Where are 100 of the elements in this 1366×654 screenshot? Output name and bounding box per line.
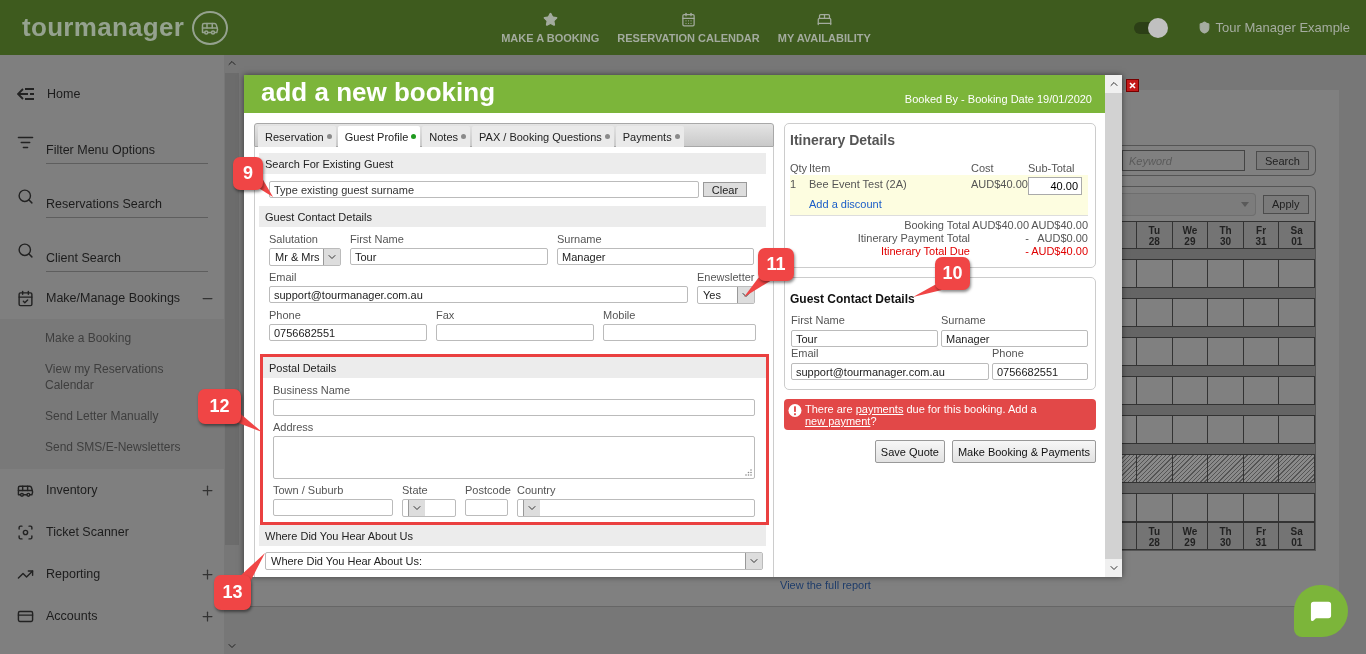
text-field[interactable]: support@tourmanager.com.au	[269, 286, 688, 303]
calendar-cell[interactable]	[1208, 338, 1244, 366]
text-field[interactable]: Manager	[557, 248, 754, 265]
alert-link[interactable]: payments	[855, 403, 904, 415]
calendar-cell[interactable]	[1122, 338, 1137, 366]
guest-search-field[interactable]: Type existing guest surname	[269, 181, 699, 198]
calendar-cell[interactable]	[1208, 260, 1244, 288]
apply-button[interactable]: Apply	[1263, 194, 1309, 214]
select-field[interactable]	[517, 499, 755, 517]
text-field[interactable]: Tour	[350, 248, 548, 265]
clear-button[interactable]: Clear	[703, 182, 747, 197]
nav-link[interactable]: RESERVATION CALENDAR	[617, 11, 760, 44]
sidebar-item[interactable]: Reporting	[46, 567, 188, 581]
calendar-cell[interactable]	[1208, 299, 1244, 327]
calendar-cell[interactable]	[1243, 377, 1280, 405]
text-field[interactable]	[273, 399, 755, 416]
field-label: Business Name	[273, 384, 352, 397]
calendar-cell[interactable]	[1279, 299, 1315, 327]
text-field[interactable]: Manager	[941, 330, 1088, 347]
calendar-cell[interactable]	[1137, 338, 1173, 366]
discount-link[interactable]: Add a discount	[809, 197, 1028, 211]
calendar-cell[interactable]	[1243, 416, 1280, 444]
calendar-cell[interactable]	[1137, 260, 1173, 288]
calendar-cell[interactable]	[1279, 338, 1315, 366]
action-button[interactable]: Save Quote	[874, 440, 945, 463]
nav-link[interactable]: MY AVAILABILITY	[777, 11, 871, 44]
close-button[interactable]	[1126, 79, 1139, 92]
subtotal-field[interactable]: 40.00	[1028, 177, 1082, 195]
text-field[interactable]	[603, 324, 756, 341]
submenu-item[interactable]: View my Reservations Calendar	[45, 361, 195, 393]
tab[interactable]: Reservation	[258, 126, 336, 147]
calendar-cell[interactable]	[1279, 377, 1315, 405]
sidebar-search-field[interactable]: Reservations Search	[46, 186, 208, 218]
search-button[interactable]: Search	[1256, 151, 1309, 170]
tab[interactable]: Guest Profile	[337, 126, 421, 147]
report-link[interactable]: View the full report	[780, 579, 871, 591]
bus-logo-icon	[192, 10, 229, 45]
calendar-cell[interactable]	[1279, 455, 1315, 483]
calendar-cell[interactable]	[1122, 416, 1137, 444]
expand-icon[interactable]	[200, 482, 215, 498]
text-field[interactable]: Tour	[791, 330, 938, 347]
calendar-cell[interactable]	[1172, 494, 1209, 522]
sidebar-item[interactable]: Accounts	[46, 609, 188, 623]
text-field[interactable]: 0756682551	[269, 324, 427, 341]
text-area[interactable]	[273, 436, 755, 479]
calendar-cell[interactable]	[1137, 299, 1173, 327]
alert-link[interactable]: new payment	[804, 415, 871, 427]
account-name[interactable]: Tour Manager Example	[1215, 20, 1350, 35]
sidebar-item[interactable]: Home	[47, 87, 215, 101]
expand-icon[interactable]	[200, 608, 215, 624]
calendar-cell[interactable]	[1208, 455, 1244, 483]
calendar-cell[interactable]	[1279, 260, 1315, 288]
calendar-cell[interactable]	[1243, 260, 1280, 288]
calendar-cell[interactable]	[1279, 494, 1315, 522]
calendar-cell[interactable]	[1137, 416, 1173, 444]
calendar-cell[interactable]	[1208, 377, 1244, 405]
scrollbar[interactable]	[1105, 75, 1122, 577]
tab[interactable]: Payments	[615, 126, 684, 147]
calendar-cell[interactable]	[1122, 299, 1137, 327]
tab[interactable]: PAX / Booking Questions	[472, 126, 614, 147]
calendar-cell[interactable]	[1122, 455, 1137, 483]
calendar-cell[interactable]	[1172, 299, 1209, 327]
text-field[interactable]: support@tourmanager.com.au	[791, 363, 989, 380]
calendar-cell[interactable]	[1243, 338, 1280, 366]
text-field[interactable]: 0756682551	[992, 363, 1088, 380]
sidebar-item[interactable]: Inventory	[46, 483, 188, 497]
calendar-cell[interactable]	[1137, 494, 1173, 522]
calendar-cell[interactable]	[1208, 416, 1244, 444]
select-field[interactable]: Where Did You Hear About Us:	[265, 552, 763, 570]
calendar-cell[interactable]	[1243, 494, 1280, 522]
calendar-cell[interactable]	[1172, 455, 1209, 483]
sidebar-search-field[interactable]: Filter Menu Options	[46, 132, 208, 164]
action-button[interactable]: Make Booking & Payments	[951, 440, 1096, 463]
submenu-item[interactable]: Send SMS/E-Newsletters	[45, 439, 195, 455]
tab[interactable]: Notes	[422, 126, 471, 147]
select-field[interactable]	[402, 499, 456, 517]
text-field[interactable]	[273, 499, 393, 516]
calendar-cell[interactable]	[1137, 455, 1173, 483]
calendar-cell[interactable]	[1122, 494, 1137, 522]
calendar-cell[interactable]	[1172, 260, 1209, 288]
calendar-cell[interactable]	[1137, 377, 1173, 405]
text-field[interactable]	[465, 499, 508, 516]
sidebar-search-field[interactable]: Client Search	[46, 240, 208, 272]
calendar-cell[interactable]	[1279, 416, 1315, 444]
calendar-cell[interactable]	[1243, 455, 1280, 483]
calendar-cell[interactable]	[1122, 260, 1137, 288]
select-field[interactable]: Mr & Mrs	[269, 248, 341, 266]
submenu-item[interactable]: Make a Booking	[45, 330, 195, 346]
expand-icon[interactable]	[200, 566, 215, 582]
calendar-cell[interactable]	[1243, 299, 1280, 327]
sidebar-item[interactable]: Ticket Scanner	[46, 525, 215, 539]
text-field[interactable]	[436, 324, 594, 341]
submenu-item[interactable]: Send Letter Manually	[45, 408, 195, 424]
nav-link[interactable]: MAKE A BOOKING	[501, 11, 600, 44]
calendar-cell[interactable]	[1208, 494, 1244, 522]
calendar-cell[interactable]	[1172, 377, 1209, 405]
calendar-cell[interactable]	[1172, 338, 1209, 366]
calendar-cell[interactable]	[1172, 416, 1209, 444]
sidebar-item[interactable]: Make/Manage Bookings	[46, 291, 188, 305]
calendar-cell[interactable]	[1122, 377, 1137, 405]
